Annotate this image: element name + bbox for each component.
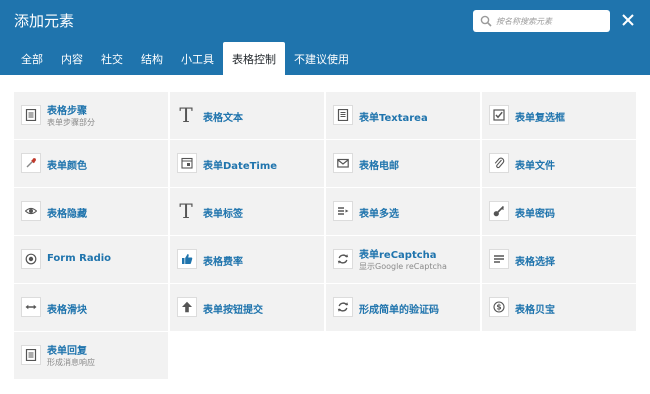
checkbox-icon [489, 105, 509, 125]
document-icon [21, 345, 41, 365]
element-label: 表单标签 [203, 209, 243, 220]
element-label: 表格电邮 [359, 161, 399, 172]
add-element-dialog: 添加元素 全部内容社交结构小工具表格控制不建议使用 表格步骤表单步骤部分 T 表格文… [0, 0, 650, 394]
paperclip-icon [489, 153, 509, 173]
slider-arrows-icon [21, 297, 41, 317]
eye-icon [21, 201, 41, 221]
dialog-title: 添加元素 [14, 12, 75, 30]
element-label: 表格文本 [203, 113, 243, 124]
element-label: 表单多选 [359, 209, 399, 220]
envelope-icon [333, 153, 353, 173]
element-description: 表单步骤部分 [47, 118, 95, 127]
element-card[interactable]: Form Radio [14, 236, 168, 283]
text-t-icon: T [179, 199, 193, 223]
arrow-up-icon [177, 297, 197, 317]
tab-0[interactable]: 全部 [12, 42, 52, 75]
text-t-icon: T [179, 103, 193, 127]
search-box[interactable] [473, 10, 610, 32]
element-card[interactable]: 表单复选框 [482, 92, 636, 139]
element-card[interactable]: 表单颜色 [14, 140, 168, 187]
element-label: 形成简单的验证码 [359, 305, 439, 316]
svg-text:$: $ [496, 303, 501, 312]
multiselect-icon [333, 201, 353, 221]
element-description: 形成消息响应 [47, 358, 95, 367]
element-card[interactable]: 表单回复 形成消息响应 [14, 332, 168, 379]
element-card[interactable]: 表格步骤 表单步骤部分 [14, 92, 168, 139]
search-icon [480, 15, 492, 27]
calendar-icon [177, 153, 197, 173]
element-grid: 表格步骤 表单步骤部分 T 表格文本 表单Textarea 表单复选框表单颜色 表单Date… [14, 92, 637, 379]
element-label: 表格滑块 [47, 305, 87, 316]
element-card[interactable]: 表单Textarea [326, 92, 480, 139]
paypal-dollar-icon: $ [489, 297, 509, 317]
tab-2[interactable]: 社交 [92, 42, 132, 75]
document-icon [21, 105, 41, 125]
key-icon [489, 201, 509, 221]
textarea-icon [333, 105, 353, 125]
element-card[interactable]: 表格滑块 [14, 284, 168, 331]
element-card[interactable]: 表格费率 [170, 236, 324, 283]
element-label: 表单文件 [515, 161, 555, 172]
refresh-icon [333, 249, 353, 269]
element-card[interactable]: 形成简单的验证码 [326, 284, 480, 331]
element-label: 表单密码 [515, 209, 555, 220]
element-card[interactable]: 表格隐藏 [14, 188, 168, 235]
element-card[interactable]: T 表单标签 [170, 188, 324, 235]
search-input[interactable] [496, 10, 606, 32]
element-label: 表单Textarea [359, 113, 428, 124]
tab-6[interactable]: 不建议使用 [285, 42, 358, 75]
tab-1[interactable]: 内容 [52, 42, 92, 75]
element-card[interactable]: 表单多选 [326, 188, 480, 235]
tab-bar: 全部 内容 社交 结构 小工具 表格控制 不建议使用 [12, 42, 358, 75]
close-icon[interactable] [618, 10, 638, 30]
element-label: 表格步骤 [47, 106, 87, 117]
refresh-icon [333, 297, 353, 317]
element-label: 表单回复 [47, 346, 87, 357]
thumbs-up-icon [177, 249, 197, 269]
element-card[interactable]: 表单DateTime [170, 140, 324, 187]
element-card[interactable]: 表单文件 [482, 140, 636, 187]
element-label: 表格费率 [203, 257, 243, 268]
element-label: 表单颜色 [47, 161, 87, 172]
eyedropper-icon [21, 153, 41, 173]
element-card[interactable]: $ 表格贝宝 [482, 284, 636, 331]
element-label: 表格选择 [515, 257, 555, 268]
select-list-icon [489, 249, 509, 269]
tab-5[interactable]: 表格控制 [223, 42, 285, 75]
element-label: 表格隐藏 [47, 209, 87, 220]
element-label: 表单按钮提交 [203, 305, 263, 316]
element-label: 表单复选框 [515, 113, 565, 124]
element-card[interactable]: 表单密码 [482, 188, 636, 235]
tab-4[interactable]: 小工具 [172, 42, 223, 75]
element-card[interactable]: 表格电邮 [326, 140, 480, 187]
tab-3[interactable]: 结构 [132, 42, 172, 75]
element-card[interactable]: 表单按钮提交 [170, 284, 324, 331]
element-label: 表单DateTime [203, 161, 278, 172]
dialog-header: 添加元素 全部内容社交结构小工具表格控制不建议使用 [0, 0, 650, 75]
element-label: 表格贝宝 [515, 305, 555, 316]
element-card[interactable]: 表格选择 [482, 236, 636, 283]
radio-icon [21, 249, 41, 269]
element-label: 表单reCaptcha [359, 250, 437, 261]
element-card[interactable]: T 表格文本 [170, 92, 324, 139]
element-label: Form Radio [47, 253, 112, 264]
element-card[interactable]: 表单reCaptcha 显示Google reCaptcha [326, 236, 480, 283]
element-description: 显示Google reCaptcha [359, 262, 447, 271]
